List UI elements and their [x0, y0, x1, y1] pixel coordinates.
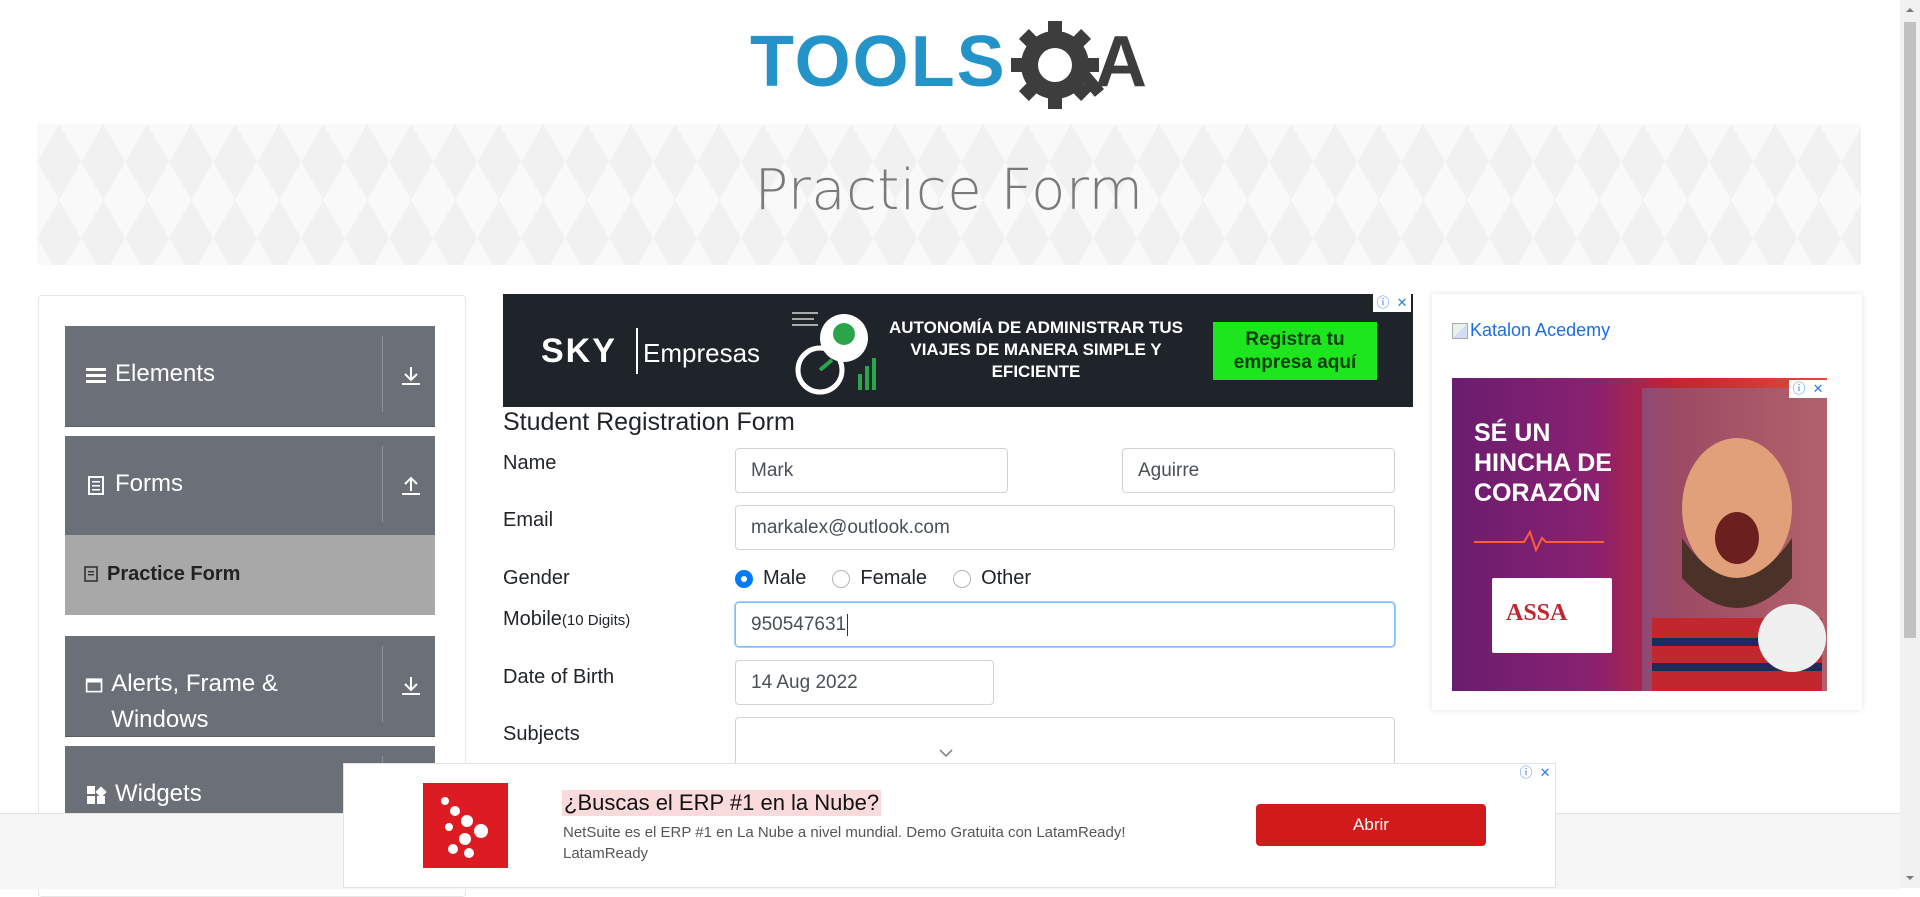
- divider: [382, 646, 383, 722]
- scroll-up-icon[interactable]: [1904, 4, 1916, 16]
- ad-headline: SÉ UN HINCHA DE CORAZÓN: [1474, 419, 1612, 507]
- radio-unselected[interactable]: [953, 569, 972, 588]
- ad-cta-button[interactable]: Registra tu empresa aquí: [1213, 322, 1377, 380]
- assa-ad-image[interactable]: SÉ UN HINCHA DE CORAZÓN ASSA ⓘ ✕: [1452, 378, 1827, 691]
- mobile-input[interactable]: 950547631: [735, 602, 1395, 647]
- katalon-academy-link[interactable]: Katalon Acedemy: [1452, 320, 1610, 341]
- last-name-input[interactable]: Aguirre: [1122, 448, 1395, 493]
- name-label: Name: [503, 452, 557, 474]
- mobile-value: 950547631: [751, 613, 847, 635]
- sidebar-group-label: Forms: [115, 470, 183, 497]
- page-title: Practice Form: [754, 158, 1144, 223]
- sidebar-group-forms[interactable]: Forms: [65, 436, 435, 537]
- upload-arrow-icon: [402, 476, 420, 495]
- gear-icon: [1011, 21, 1104, 109]
- ad-choices[interactable]: ⓘ ✕: [1373, 294, 1411, 312]
- bottom-ad-headline[interactable]: ¿Buscas el ERP #1 en la Nube?: [562, 790, 882, 816]
- traveler-illustration: [792, 312, 876, 395]
- ad-choices[interactable]: ⓘ ✕: [1789, 380, 1827, 398]
- gender-radio-group: Male Female Other: [735, 567, 1031, 590]
- heartbeat-icon: [1474, 529, 1604, 552]
- scrollbar-thumb[interactable]: [1904, 22, 1916, 638]
- divider: [382, 336, 383, 412]
- sidebar-item-practice-form[interactable]: Practice Form: [65, 535, 435, 615]
- mobile-label: Mobile(10 Digits): [503, 608, 630, 631]
- mobile-label-hint: (10 Digits): [561, 612, 631, 629]
- email-input[interactable]: markalex@outlook.com: [735, 505, 1395, 550]
- sidebar-group-label: Elements: [115, 360, 216, 387]
- date-of-birth-input[interactable]: 14 Aug 2022: [735, 660, 994, 705]
- sidebar-group-label: Widgets: [115, 780, 202, 807]
- top-advertisement[interactable]: SKY Empresas AUTONOMÍA DE ADMINISTRAR TU…: [503, 294, 1413, 407]
- radio-label: Other: [981, 567, 1032, 589]
- form-icon: [84, 566, 98, 582]
- product-box: ASSA: [1492, 578, 1612, 653]
- scroll-down-icon[interactable]: [1904, 872, 1916, 884]
- first-name-input[interactable]: Mark: [735, 448, 1008, 493]
- katalon-link-text: Katalon Acedemy: [1470, 320, 1611, 340]
- download-arrow-icon: [402, 677, 420, 695]
- email-label: Email: [503, 509, 554, 531]
- ad-choices[interactable]: ⓘ ✕: [1516, 764, 1554, 782]
- window-icon: [85, 678, 103, 693]
- subjects-label: Subjects: [503, 723, 580, 745]
- subjects-input[interactable]: [735, 717, 1395, 767]
- sidebar-group-alerts[interactable]: Alerts, Frame & Windows: [65, 636, 435, 737]
- gender-label: Gender: [503, 567, 570, 589]
- sidebar-group-elements[interactable]: Elements: [65, 326, 435, 427]
- download-arrow-icon: [402, 367, 420, 385]
- divider: [636, 328, 638, 374]
- broken-image-icon: [1452, 322, 1468, 339]
- radio-unselected[interactable]: [832, 569, 851, 588]
- ad-close-icon[interactable]: ✕: [1540, 764, 1551, 782]
- dob-label: Date of Birth: [503, 666, 615, 688]
- text-caret: [847, 613, 849, 636]
- gender-radio-female[interactable]: Female: [832, 567, 927, 590]
- radio-label: Male: [763, 567, 807, 589]
- document-icon: [88, 476, 104, 495]
- chevron-down-icon[interactable]: [938, 748, 954, 758]
- radio-label: Female: [860, 567, 928, 589]
- gender-radio-male[interactable]: Male: [735, 567, 806, 590]
- ad-copy: AUTONOMÍA DE ADMINISTRAR TUS VIAJES DE M…: [888, 318, 1184, 381]
- ad-info-icon[interactable]: ⓘ: [1520, 764, 1533, 782]
- dots-icon: [441, 797, 488, 858]
- netsuite-logo: [423, 783, 508, 868]
- open-button[interactable]: Abrir: [1256, 804, 1486, 846]
- ad-close-icon[interactable]: ✕: [1813, 380, 1824, 398]
- ad-brand-sub: Empresas: [643, 338, 761, 368]
- logo-text: TOOLS: [750, 22, 1007, 102]
- page-title-banner: Practice Form: [37, 124, 1861, 265]
- ad-brand: SKY: [541, 332, 617, 370]
- hamburger-icon: [86, 368, 106, 383]
- gender-radio-other[interactable]: Other: [953, 567, 1031, 590]
- radio-selected[interactable]: [735, 569, 753, 588]
- bottom-advertisement[interactable]: ¿Buscas el ERP #1 en la Nube? NetSuite e…: [343, 763, 1556, 888]
- sidebar-item-label: Practice Form: [107, 563, 241, 585]
- ad-info-icon[interactable]: ⓘ: [1377, 294, 1390, 312]
- logo-suffix: A: [1095, 22, 1147, 102]
- sidebar-group-label: Alerts, Frame & Windows: [111, 670, 278, 733]
- divider: [382, 446, 383, 522]
- widgets-icon: [87, 786, 107, 804]
- ad-info-icon[interactable]: ⓘ: [1793, 380, 1806, 398]
- toolsqa-logo[interactable]: TOOLS A: [750, 18, 1156, 113]
- bottom-ad-description: NetSuite es el ERP #1 en La Nube a nivel…: [563, 824, 1126, 862]
- product-name: ASSA: [1506, 600, 1568, 626]
- fan-photo: [1642, 388, 1827, 691]
- form-title: Student Registration Form: [503, 408, 795, 436]
- ad-close-icon[interactable]: ✕: [1397, 294, 1408, 312]
- right-advertisement[interactable]: Katalon Acedemy SÉ UN HINCHA DE CORAZÓN …: [1432, 294, 1862, 710]
- mobile-label-text: Mobile: [503, 608, 562, 630]
